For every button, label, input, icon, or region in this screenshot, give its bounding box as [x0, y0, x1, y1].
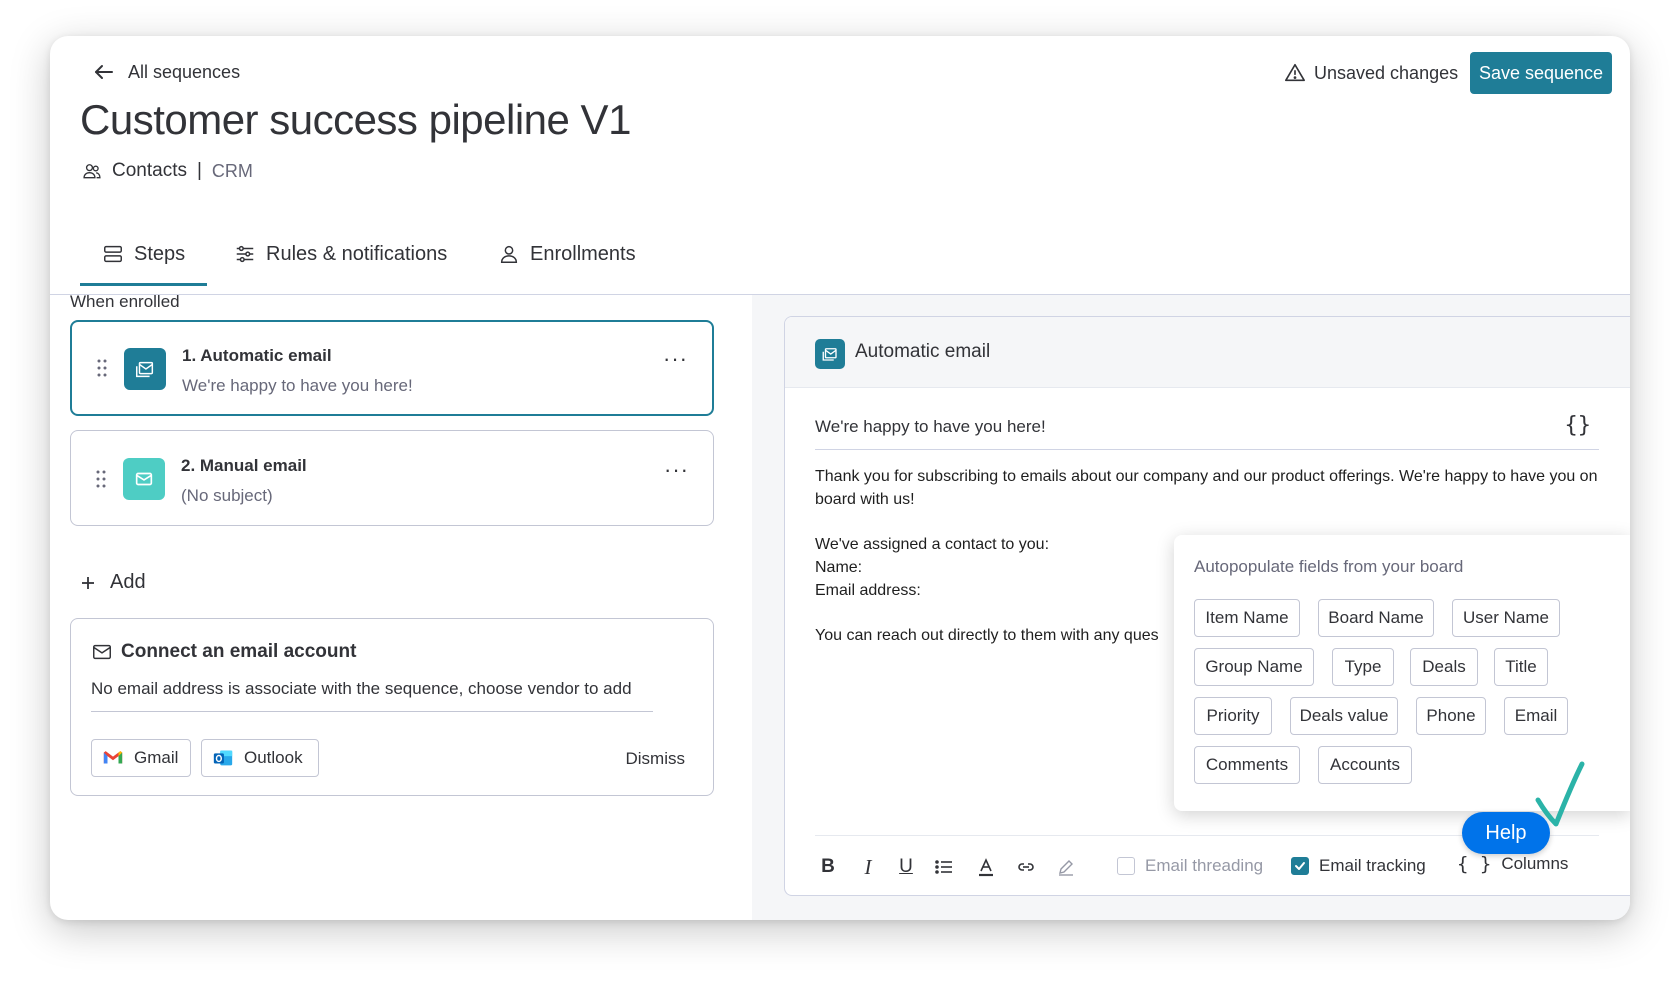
step-card-manual-email[interactable]: 2. Manual email (No subject) ···	[70, 430, 714, 526]
gmail-button[interactable]: Gmail	[91, 739, 191, 777]
columns-label: Columns	[1501, 854, 1569, 873]
subject-field[interactable]: We're happy to have you here! {}	[815, 413, 1599, 450]
variables-icon[interactable]: {}	[1565, 413, 1592, 438]
body-line: Thank you for subscribing to emails abou…	[815, 468, 1598, 508]
pen-icon	[1059, 860, 1073, 876]
tab-rules-label: Rules & notifications	[266, 242, 448, 265]
step-card-automatic-email[interactable]: 1. Automatic email We're happy to have y…	[70, 320, 714, 416]
person-icon	[500, 245, 518, 263]
gmail-icon	[103, 751, 123, 764]
field-chip[interactable]: Priority	[1194, 697, 1272, 735]
checkbox-checked-icon	[1291, 857, 1309, 875]
breadcrumb-separator: |	[196, 160, 202, 181]
editor-header-label: Automatic email	[855, 341, 991, 362]
braces-icon: { }	[1457, 853, 1492, 875]
field-chip[interactable]: Phone	[1416, 697, 1486, 735]
page-title: Customer success pipeline V1	[80, 96, 631, 143]
autopopulate-title: Autopopulate fields from your board	[1194, 557, 1464, 576]
outlook-label: Outlook	[244, 748, 303, 767]
bullet-list-icon	[935, 860, 952, 874]
connect-title-text: Connect an email account	[121, 641, 357, 662]
tab-rules-notifications[interactable]: Rules & notifications	[234, 234, 447, 274]
warning-icon	[1285, 63, 1305, 82]
add-step-button[interactable]: Add	[80, 571, 146, 594]
field-chip[interactable]: Type	[1332, 648, 1394, 686]
drag-handle-icon[interactable]	[95, 469, 107, 489]
field-chip[interactable]: Email	[1504, 697, 1568, 735]
step-subtitle: We're happy to have you here!	[182, 376, 413, 395]
email-tracking-label: Email tracking	[1319, 856, 1426, 875]
back-link[interactable]: All sequences	[92, 60, 240, 84]
field-chip[interactable]: Board Name	[1318, 599, 1434, 637]
italic-button[interactable]: I	[855, 854, 881, 880]
bullet-list-button[interactable]	[931, 854, 957, 880]
tab-enrollments-label: Enrollments	[530, 242, 636, 265]
clear-format-button[interactable]	[1053, 854, 1079, 880]
tab-bar: Steps Rules & notifications Enrollments	[50, 210, 1630, 295]
outlook-icon	[213, 750, 233, 766]
body-blank	[815, 511, 1599, 533]
save-sequence-button[interactable]: Save sequence	[1470, 52, 1612, 94]
unsaved-indicator: Unsaved changes	[1284, 62, 1458, 84]
step-more-icon[interactable]: ···	[663, 348, 688, 370]
email-tracking-checkbox[interactable]: Email tracking	[1291, 856, 1426, 876]
arrow-left-icon	[95, 65, 113, 79]
text-color-icon	[979, 858, 993, 877]
link-icon	[1018, 863, 1034, 871]
editor-header: Automatic email	[785, 317, 1630, 388]
workspace-name[interactable]: CRM	[212, 161, 253, 182]
step-title: 2. Manual email	[181, 456, 307, 475]
subject-text: We're happy to have you here!	[815, 417, 1046, 436]
when-enrolled-label: When enrolled	[70, 292, 180, 311]
field-chip[interactable]: Accounts	[1318, 746, 1412, 784]
connect-description: No email address is associate with the s…	[91, 679, 632, 698]
drag-handle-icon[interactable]	[96, 358, 108, 378]
help-button[interactable]: Help	[1462, 812, 1550, 854]
divider	[91, 711, 653, 712]
sliders-icon	[236, 245, 254, 263]
underline-button[interactable]: U	[893, 854, 919, 880]
connect-email-card: Connect an email account No email addres…	[70, 618, 714, 796]
unsaved-label: Unsaved changes	[1314, 62, 1459, 83]
tab-steps[interactable]: Steps	[79, 234, 208, 286]
outlook-button[interactable]: Outlook	[201, 739, 319, 777]
mail-icon	[93, 644, 111, 660]
board-name[interactable]: Contacts	[112, 160, 187, 182]
field-chip[interactable]: Item Name	[1194, 599, 1300, 637]
automatic-email-icon	[815, 339, 845, 369]
sequence-editor-window: All sequences Customer success pipeline …	[50, 36, 1630, 920]
link-button[interactable]	[1013, 854, 1039, 880]
people-icon	[83, 164, 101, 179]
board-breadcrumb: Contacts | CRM	[82, 160, 253, 182]
step-subtitle: (No subject)	[181, 486, 273, 505]
step-title: 1. Automatic email	[182, 346, 332, 365]
field-chip[interactable]: Group Name	[1194, 648, 1314, 686]
automatic-email-icon	[124, 348, 166, 390]
tab-enrollments[interactable]: Enrollments	[498, 234, 636, 274]
tab-steps-label: Steps	[134, 242, 186, 265]
field-chip[interactable]: Deals value	[1290, 697, 1398, 735]
steps-icon	[104, 245, 122, 263]
columns-button[interactable]: { } Columns	[1457, 853, 1568, 875]
plus-icon	[82, 576, 94, 589]
field-chip[interactable]: Title	[1494, 648, 1548, 686]
email-threading-checkbox[interactable]: Email threading	[1117, 856, 1263, 876]
step-more-icon[interactable]: ···	[664, 459, 689, 481]
checkbox-unchecked-icon	[1117, 857, 1135, 875]
field-chip[interactable]: Deals	[1410, 648, 1478, 686]
dismiss-button[interactable]: Dismiss	[626, 749, 686, 769]
field-chip[interactable]: Comments	[1194, 746, 1300, 784]
connect-title: Connect an email account	[91, 641, 356, 663]
add-label: Add	[110, 571, 146, 593]
back-label: All sequences	[128, 61, 241, 82]
text-color-button[interactable]	[973, 854, 999, 880]
field-chip[interactable]: User Name	[1452, 599, 1560, 637]
bold-button[interactable]: B	[815, 854, 841, 880]
envelope-icon	[123, 458, 165, 500]
gmail-label: Gmail	[134, 748, 179, 767]
email-threading-label: Email threading	[1145, 856, 1264, 875]
